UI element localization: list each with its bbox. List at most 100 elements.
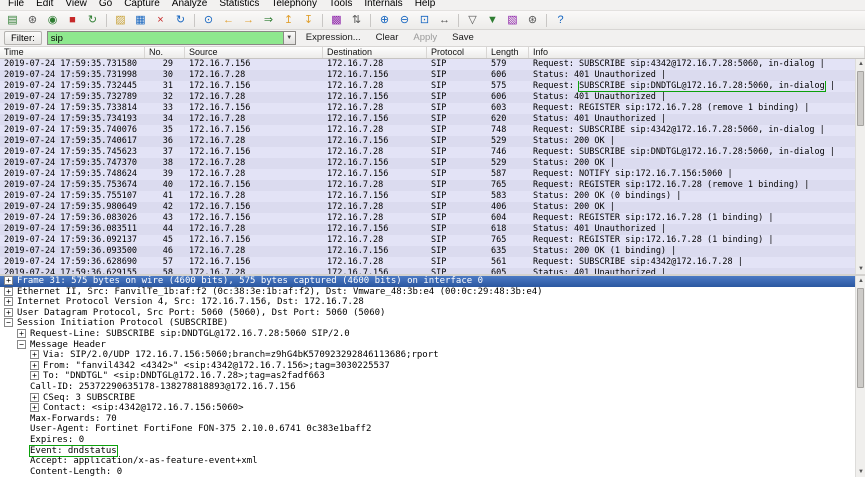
menu-file[interactable]: File	[2, 0, 30, 10]
packet-row[interactable]: 2019-07-24 17:59:36.62869057172.16.7.156…	[0, 257, 855, 268]
expand-icon[interactable]: +	[30, 393, 39, 402]
expand-icon[interactable]: +	[4, 308, 13, 317]
save-file-button[interactable]: ▦	[131, 12, 150, 29]
restart-capture-button[interactable]: ↻	[83, 12, 102, 29]
go-back-button[interactable]: ←	[219, 12, 238, 29]
collapse-icon[interactable]: −	[17, 340, 26, 349]
packet-row[interactable]: 2019-07-24 17:59:35.74737038172.16.7.281…	[0, 158, 855, 169]
help-button[interactable]: ?	[551, 12, 570, 29]
menu-view[interactable]: View	[59, 0, 93, 10]
apply-button[interactable]: Apply	[408, 31, 442, 45]
expand-icon[interactable]: +	[30, 403, 39, 412]
packet-row[interactable]: 2019-07-24 17:59:35.73381433172.16.7.156…	[0, 103, 855, 114]
detail-scrollbar-thumb[interactable]	[857, 288, 864, 388]
packet-row[interactable]: 2019-07-24 17:59:36.08302643172.16.7.156…	[0, 213, 855, 224]
go-last-button[interactable]: ↧	[299, 12, 318, 29]
menu-tools[interactable]: Tools	[323, 0, 358, 10]
detail-line-sip[interactable]: −Session Initiation Protocol (SUBSCRIBE)	[0, 318, 855, 329]
detail-line-from[interactable]: +From: "fanvil4342 <4342>" <sip:4342@172…	[0, 361, 855, 372]
zoom-normal-button[interactable]: ⊡	[415, 12, 434, 29]
expand-icon[interactable]: +	[4, 287, 13, 296]
coloring-rules-button[interactable]: ▧	[503, 12, 522, 29]
detail-line-ip[interactable]: +Internet Protocol Version 4, Src: 172.1…	[0, 297, 855, 308]
packet-row[interactable]: 2019-07-24 17:59:35.73199830172.16.7.281…	[0, 70, 855, 81]
packet-list-scrollbar[interactable]	[855, 59, 865, 274]
preferences-button[interactable]: ⊛	[523, 12, 542, 29]
clear-button[interactable]: Clear	[371, 31, 404, 45]
packet-row[interactable]: 2019-07-24 17:59:36.62915558172.16.7.281…	[0, 268, 855, 274]
auto-scroll-button[interactable]: ⇅	[347, 12, 366, 29]
column-header-length[interactable]: Length	[487, 47, 529, 58]
list-interfaces-button[interactable]: ▤	[3, 12, 22, 29]
packet-row[interactable]: 2019-07-24 17:59:35.74061736172.16.7.281…	[0, 136, 855, 147]
packet-row[interactable]: 2019-07-24 17:59:36.09350046172.16.7.281…	[0, 246, 855, 257]
start-capture-button[interactable]: ◉	[43, 12, 62, 29]
filter-button[interactable]: Filter:	[4, 31, 42, 45]
display-filters-button[interactable]: ▼	[483, 12, 502, 29]
scroll-up-icon[interactable]	[856, 276, 865, 286]
column-header-info[interactable]: Info	[529, 47, 865, 58]
packet-row[interactable]: 2019-07-24 17:59:36.08351144172.16.7.281…	[0, 224, 855, 235]
capture-filters-button[interactable]: ▽	[463, 12, 482, 29]
expand-icon[interactable]: +	[4, 297, 13, 306]
menu-internals[interactable]: Internals	[358, 0, 408, 10]
packet-row[interactable]: 2019-07-24 17:59:35.73158029172.16.7.156…	[0, 59, 855, 70]
packet-row[interactable]: 2019-07-24 17:59:35.74862439172.16.7.281…	[0, 169, 855, 180]
menu-analyze[interactable]: Analyze	[166, 0, 214, 10]
menu-help[interactable]: Help	[409, 0, 442, 10]
reload-file-button[interactable]: ↻	[171, 12, 190, 29]
detail-line-accept[interactable]: Accept: application/x-as-feature-event+x…	[0, 456, 855, 467]
scroll-down-icon[interactable]	[856, 467, 865, 477]
detail-line-request-line[interactable]: +Request-Line: SUBSCRIBE sip:DNDTGL@172.…	[0, 329, 855, 340]
menu-statistics[interactable]: Statistics	[213, 0, 265, 10]
capture-options-button[interactable]: ⊛	[23, 12, 42, 29]
detail-line-contact[interactable]: +Contact: <sip:4342@172.16.7.156:5060>	[0, 403, 855, 414]
filter-input[interactable]	[47, 31, 283, 45]
column-header-no[interactable]: No.	[145, 47, 185, 58]
detail-line-frame[interactable]: +Frame 31: 575 bytes on wire (4600 bits)…	[0, 276, 855, 287]
detail-line-content-length[interactable]: Content-Length: 0	[0, 467, 855, 477]
packet-list-scrollbar-thumb[interactable]	[857, 71, 864, 126]
packet-row[interactable]: 2019-07-24 17:59:35.98064942172.16.7.156…	[0, 202, 855, 213]
packet-row[interactable]: 2019-07-24 17:59:35.74562337172.16.7.156…	[0, 147, 855, 158]
column-header-protocol[interactable]: Protocol	[427, 47, 487, 58]
go-first-button[interactable]: ↥	[279, 12, 298, 29]
zoom-in-button[interactable]: ⊕	[375, 12, 394, 29]
detail-line-max-forwards[interactable]: Max-Forwards: 70	[0, 414, 855, 425]
save-button[interactable]: Save	[447, 31, 479, 45]
detail-line-udp[interactable]: +User Datagram Protocol, Src Port: 5060 …	[0, 308, 855, 319]
go-forward-button[interactable]: →	[239, 12, 258, 29]
detail-line-ethernet[interactable]: +Ethernet II, Src: FanvilTe_1b:af:f2 (0c…	[0, 287, 855, 298]
detail-line-expires[interactable]: Expires: 0	[0, 435, 855, 446]
detail-line-cseq[interactable]: +CSeq: 3 SUBSCRIBE	[0, 393, 855, 404]
resize-columns-button[interactable]: ↔	[435, 12, 454, 29]
expand-icon[interactable]: +	[30, 371, 39, 380]
menu-go[interactable]: Go	[93, 0, 118, 10]
column-header-time[interactable]: Time	[0, 47, 145, 58]
detail-line-message-header[interactable]: −Message Header	[0, 340, 855, 351]
scroll-down-icon[interactable]	[856, 264, 865, 274]
menu-capture[interactable]: Capture	[118, 0, 166, 10]
find-packet-button[interactable]: ⊙	[199, 12, 218, 29]
detail-line-user-agent[interactable]: User-Agent: Fortinet FortiFone FON-375 2…	[0, 424, 855, 435]
detail-line-call-id[interactable]: Call-ID: 25372290635178-138278818893@172…	[0, 382, 855, 393]
colorize-packets-button[interactable]: ▩	[327, 12, 346, 29]
collapse-icon[interactable]: −	[4, 318, 13, 327]
scroll-up-icon[interactable]	[856, 59, 865, 69]
detail-line-via[interactable]: +Via: SIP/2.0/UDP 172.16.7.156:5060;bran…	[0, 350, 855, 361]
go-to-packet-button[interactable]: ⇒	[259, 12, 278, 29]
expression-button[interactable]: Expression...	[301, 31, 366, 45]
expand-icon[interactable]: +	[17, 329, 26, 338]
menu-telephony[interactable]: Telephony	[265, 0, 323, 10]
open-file-button[interactable]: ▨	[111, 12, 130, 29]
packet-row[interactable]: 2019-07-24 17:59:36.09213745172.16.7.156…	[0, 235, 855, 246]
packet-row[interactable]: 2019-07-24 17:59:35.75367440172.16.7.156…	[0, 180, 855, 191]
close-file-button[interactable]: ×	[151, 12, 170, 29]
column-header-destination[interactable]: Destination	[323, 47, 427, 58]
detail-line-event[interactable]: Event: dndstatus	[0, 446, 855, 457]
detail-scrollbar[interactable]	[855, 276, 865, 477]
packet-row[interactable]: 2019-07-24 17:59:35.73419334172.16.7.281…	[0, 114, 855, 125]
menu-edit[interactable]: Edit	[30, 0, 59, 10]
packet-row[interactable]: 2019-07-24 17:59:35.75510741172.16.7.281…	[0, 191, 855, 202]
detail-line-to[interactable]: +To: "DNDTGL" <sip:DNDTGL@172.16.7.28>;t…	[0, 371, 855, 382]
